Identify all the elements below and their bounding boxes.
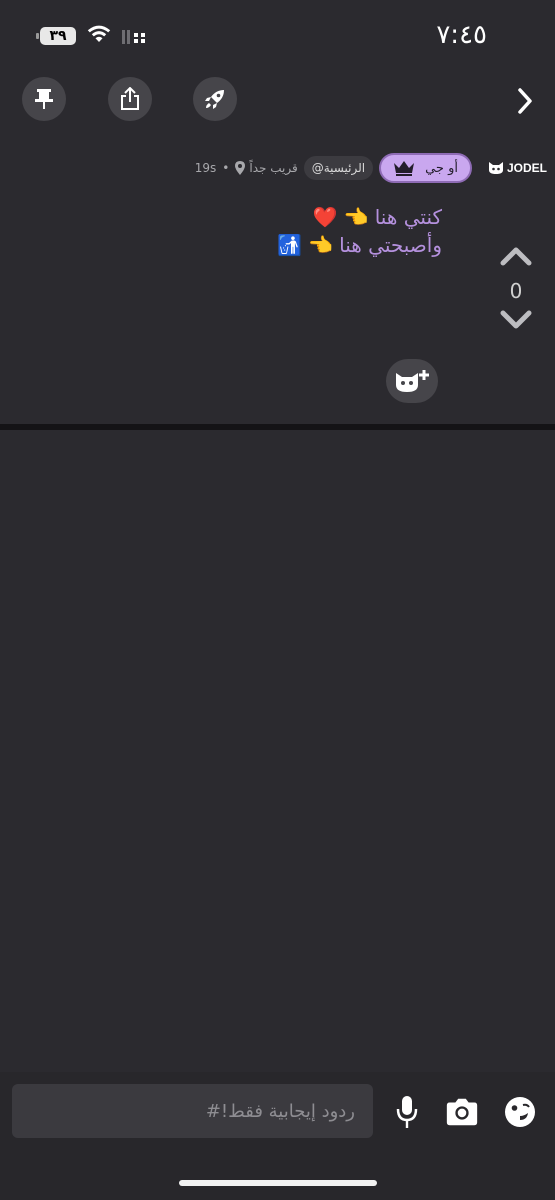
battery-icon: ٣٩ xyxy=(36,27,76,45)
post-text: كنتي هنا 👈 ❤️ وأصبحتي هنا 👈 🚮 xyxy=(277,203,442,259)
boost-button[interactable] xyxy=(193,77,237,121)
reply-input[interactable] xyxy=(12,1084,373,1138)
location-label: قريب جداً xyxy=(249,161,298,175)
location-pin-icon xyxy=(235,161,246,175)
camera-button[interactable] xyxy=(444,1094,480,1130)
jodel-cat-icon xyxy=(488,162,503,174)
battery-level: ٣٩ xyxy=(49,28,67,44)
post-card: JODEL أو جي @الرئيسية قريب جداً • 19s كن… xyxy=(0,135,555,425)
user-badge[interactable]: أو جي xyxy=(379,153,472,183)
microphone-icon xyxy=(396,1096,418,1128)
channel-tag[interactable]: @الرئيسية xyxy=(303,156,374,180)
vote-control: 0 xyxy=(499,245,533,335)
share-icon xyxy=(121,87,139,110)
sticker-icon xyxy=(505,1097,535,1127)
location: قريب جداً xyxy=(235,161,298,175)
home-indicator[interactable] xyxy=(179,1180,377,1186)
trash-can-icon: 🚮 xyxy=(277,233,303,257)
channel-label: @الرئيسية xyxy=(311,161,366,175)
camera-icon xyxy=(446,1098,478,1126)
pointing-hand-icon: 👈 xyxy=(308,233,334,257)
red-heart-icon: ❤️ xyxy=(312,205,338,229)
cat-plus-icon xyxy=(396,370,429,392)
post-text-line-2-label: وأصبحتي هنا xyxy=(339,233,442,257)
rocket-icon xyxy=(205,90,224,109)
meta-separator: • xyxy=(222,161,230,175)
post-meta: JODEL أو جي @الرئيسية قريب جداً • 19s xyxy=(195,151,547,185)
post-age: 19s xyxy=(194,161,217,175)
upvote-icon[interactable] xyxy=(499,245,533,267)
vote-count: 0 xyxy=(509,279,523,303)
pin-icon xyxy=(35,89,53,109)
add-reaction-button[interactable] xyxy=(386,359,438,403)
jodel-logo: JODEL xyxy=(488,161,547,175)
wifi-icon xyxy=(87,25,111,42)
user-badge-label: أو جي xyxy=(425,160,458,176)
sticker-button[interactable] xyxy=(502,1094,538,1130)
pointing-hand-icon: 👈 xyxy=(343,205,369,229)
post-text-line-2: وأصبحتي هنا 👈 🚮 xyxy=(277,231,442,259)
pin-button[interactable] xyxy=(22,77,66,121)
post-text-line-1-label: كنتي هنا xyxy=(374,205,442,229)
post-text-line-1: كنتي هنا 👈 ❤️ xyxy=(277,203,442,231)
section-divider xyxy=(0,424,555,430)
crown-icon xyxy=(394,161,415,176)
voice-button[interactable] xyxy=(389,1094,425,1130)
share-button[interactable] xyxy=(108,77,152,121)
post-toolbar xyxy=(0,75,555,125)
signal-icon xyxy=(122,30,145,44)
downvote-icon[interactable] xyxy=(499,309,533,331)
chevron-right-icon[interactable] xyxy=(517,87,533,115)
brand-name: JODEL xyxy=(506,161,547,175)
clock: ٧:٤٥ xyxy=(436,20,487,50)
status-bar: ٣٩ ٧:٤٥ xyxy=(0,0,555,70)
